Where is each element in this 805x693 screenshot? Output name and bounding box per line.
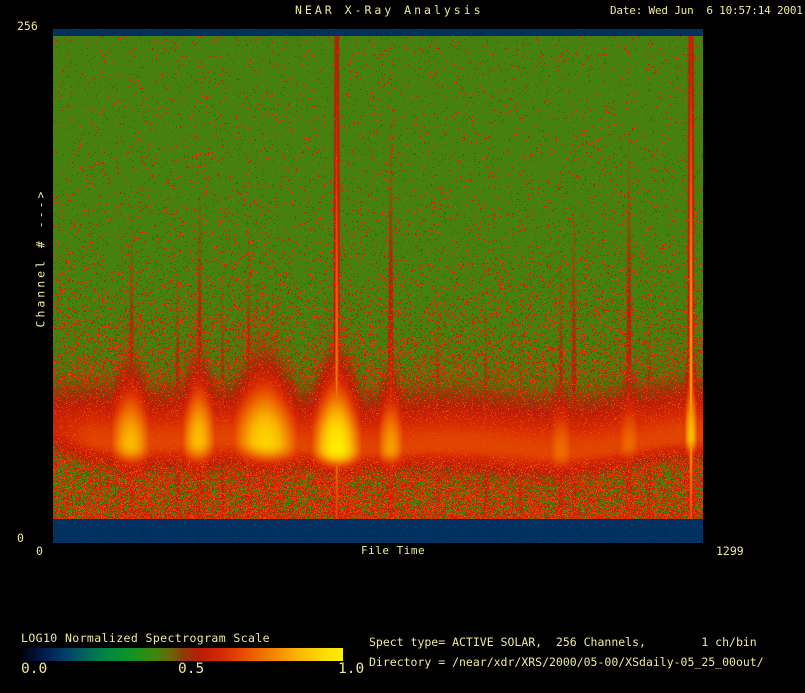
- x-axis-max-label: 1299: [716, 546, 744, 558]
- colorbar-gradient: [23, 648, 343, 661]
- colorbar-tick-min: 0.0: [21, 662, 47, 677]
- x-axis-min-label: 0: [36, 546, 43, 558]
- date-label: Date: Wed Jun 6 10:57:14 2001: [610, 5, 803, 16]
- page-title: NEAR X-Ray Analysis: [295, 5, 484, 17]
- x-axis-title: File Time: [361, 545, 425, 556]
- y-axis-min-label: 0: [17, 533, 24, 545]
- colorbar-tick-max: 1.0: [338, 662, 364, 677]
- colorbar-title: LOG10 Normalized Spectrogram Scale: [21, 633, 270, 645]
- y-axis-title: Channel # --->: [35, 189, 47, 328]
- y-axis-max-label: 256: [17, 21, 38, 33]
- near-xray-analysis-window: { "window": { "title": "NEAR X-Ray Analy…: [0, 0, 805, 693]
- colorbar-tick-mid: 0.5: [178, 662, 204, 677]
- directory-line: Directory = /near/xdr/XRS/2000/05-00/XSd…: [369, 657, 764, 669]
- spect-type-line: Spect type= ACTIVE SOLAR, 256 Channels, …: [369, 637, 757, 649]
- spectrogram-image: [53, 29, 703, 543]
